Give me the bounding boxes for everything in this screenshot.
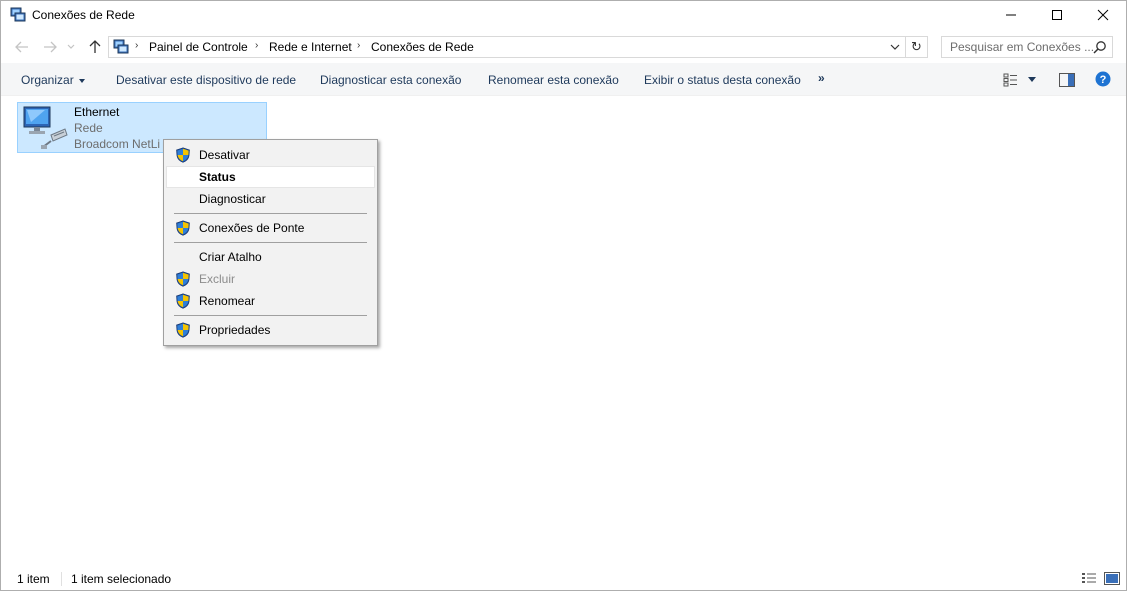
- view-dropdown-arrow-icon[interactable]: [1028, 77, 1036, 82]
- recent-locations-button[interactable]: [65, 37, 77, 57]
- menu-item-label: Diagnosticar: [199, 192, 266, 206]
- uac-shield-icon: [175, 271, 191, 287]
- menu-item-label: Criar Atalho: [199, 250, 262, 264]
- details-view-icon: [1082, 573, 1096, 583]
- chevron-right-icon[interactable]: ›: [255, 40, 258, 51]
- up-arrow-icon: [89, 40, 101, 53]
- menu-item-label: Status: [199, 170, 236, 184]
- chevron-down-icon: [67, 44, 75, 49]
- svg-text:?: ?: [1100, 74, 1107, 86]
- menu-separator: [174, 315, 367, 316]
- preview-pane-button[interactable]: [1059, 73, 1075, 90]
- refresh-icon: ↻: [911, 39, 922, 54]
- breadcrumb-network-internet[interactable]: Rede e Internet: [269, 40, 352, 54]
- connection-network: Rede: [74, 121, 103, 135]
- dropdown-arrow-icon: [78, 78, 85, 83]
- window-title: Conexões de Rede: [32, 8, 135, 22]
- menu-item-create-shortcut[interactable]: Criar Atalho: [166, 246, 375, 268]
- menu-item-properties[interactable]: Propriedades: [166, 319, 375, 341]
- navigation-bar: › Painel de Controle › Rede e Internet ›…: [1, 34, 1126, 60]
- back-button[interactable]: [11, 37, 33, 57]
- more-commands-button[interactable]: »: [818, 71, 825, 85]
- chevron-down-icon: [890, 44, 900, 50]
- menu-item-label: Desativar: [199, 148, 250, 162]
- connection-name: Ethernet: [74, 105, 120, 119]
- breadcrumb-network-connections[interactable]: Conexões de Rede: [371, 40, 474, 54]
- address-history-button[interactable]: [887, 38, 903, 56]
- menu-item-label: Renomear: [199, 294, 256, 308]
- uac-shield-icon: [175, 322, 191, 338]
- menu-item-diagnose[interactable]: Diagnosticar: [166, 188, 375, 210]
- diagnose-connection-button[interactable]: Diagnosticar esta conexão: [320, 73, 461, 87]
- network-folder-icon: [113, 39, 129, 55]
- organize-label: Organizar: [21, 73, 74, 87]
- rename-connection-button[interactable]: Renomear esta conexão: [488, 73, 619, 87]
- connection-adapter: Broadcom NetLi: [74, 137, 161, 151]
- title-bar: Conexões de Rede: [1, 1, 1126, 29]
- item-count: 1 item: [17, 572, 50, 586]
- preview-pane-icon: [1059, 73, 1075, 87]
- network-connections-icon: [10, 7, 26, 23]
- close-button[interactable]: [1080, 1, 1126, 29]
- details-view-button[interactable]: [1081, 572, 1097, 588]
- search-input[interactable]: Pesquisar em Conexões ...: [950, 40, 1094, 54]
- explorer-window: Conexões de Rede › Painel de Controle › …: [0, 0, 1127, 591]
- view-options-icon: [1003, 73, 1017, 87]
- minimize-button[interactable]: [988, 1, 1034, 29]
- up-button[interactable]: [84, 37, 106, 57]
- breadcrumb-control-panel[interactable]: Painel de Controle: [149, 40, 248, 54]
- view-status-button[interactable]: Exibir o status desta conexão: [644, 73, 801, 87]
- menu-item-bridge-connections[interactable]: Conexões de Ponte: [166, 217, 375, 239]
- chevron-right-icon[interactable]: ›: [357, 40, 360, 51]
- menu-item-disable[interactable]: Desativar: [166, 144, 375, 166]
- selection-count: 1 item selecionado: [71, 572, 172, 586]
- status-divider: [61, 572, 62, 586]
- minimize-icon: [1006, 14, 1016, 16]
- disable-device-button[interactable]: Desativar este dispositivo de rede: [116, 73, 296, 87]
- forward-arrow-icon: [44, 41, 57, 53]
- maximize-button[interactable]: [1034, 1, 1080, 29]
- search-box[interactable]: Pesquisar em Conexões ...: [941, 36, 1113, 58]
- organize-menu[interactable]: Organizar: [21, 73, 85, 87]
- back-arrow-icon: [15, 41, 28, 53]
- context-menu: Desativar Status Diagnosticar Conexões d…: [163, 139, 378, 346]
- ethernet-adapter-icon: [21, 105, 69, 151]
- command-bar: Organizar Desativar este dispositivo de …: [1, 63, 1126, 96]
- menu-item-rename[interactable]: Renomear: [166, 290, 375, 312]
- forward-button[interactable]: [39, 37, 61, 57]
- uac-shield-icon: [175, 147, 191, 163]
- refresh-button[interactable]: ↻: [905, 37, 927, 57]
- menu-item-status[interactable]: Status: [166, 166, 375, 188]
- menu-separator: [174, 242, 367, 243]
- menu-item-label: Conexões de Ponte: [199, 221, 305, 235]
- change-view-button[interactable]: [1003, 73, 1019, 90]
- close-icon: [1097, 9, 1109, 21]
- chevron-right-icon[interactable]: ›: [135, 40, 138, 51]
- status-bar: 1 item 1 item selecionado: [1, 568, 1126, 590]
- uac-shield-icon: [175, 220, 191, 236]
- menu-item-delete: Excluir: [166, 268, 375, 290]
- help-icon: ?: [1095, 71, 1111, 87]
- large-icons-view-button[interactable]: [1104, 572, 1120, 588]
- maximize-icon: [1052, 10, 1062, 20]
- address-bar[interactable]: › Painel de Controle › Rede e Internet ›…: [108, 36, 928, 58]
- help-button[interactable]: ?: [1095, 71, 1111, 90]
- menu-separator: [174, 213, 367, 214]
- menu-item-label: Excluir: [199, 272, 236, 286]
- large-icons-view-icon: [1104, 572, 1120, 585]
- menu-item-label: Propriedades: [199, 323, 271, 337]
- search-icon[interactable]: [1093, 40, 1107, 57]
- uac-shield-icon: [175, 293, 191, 309]
